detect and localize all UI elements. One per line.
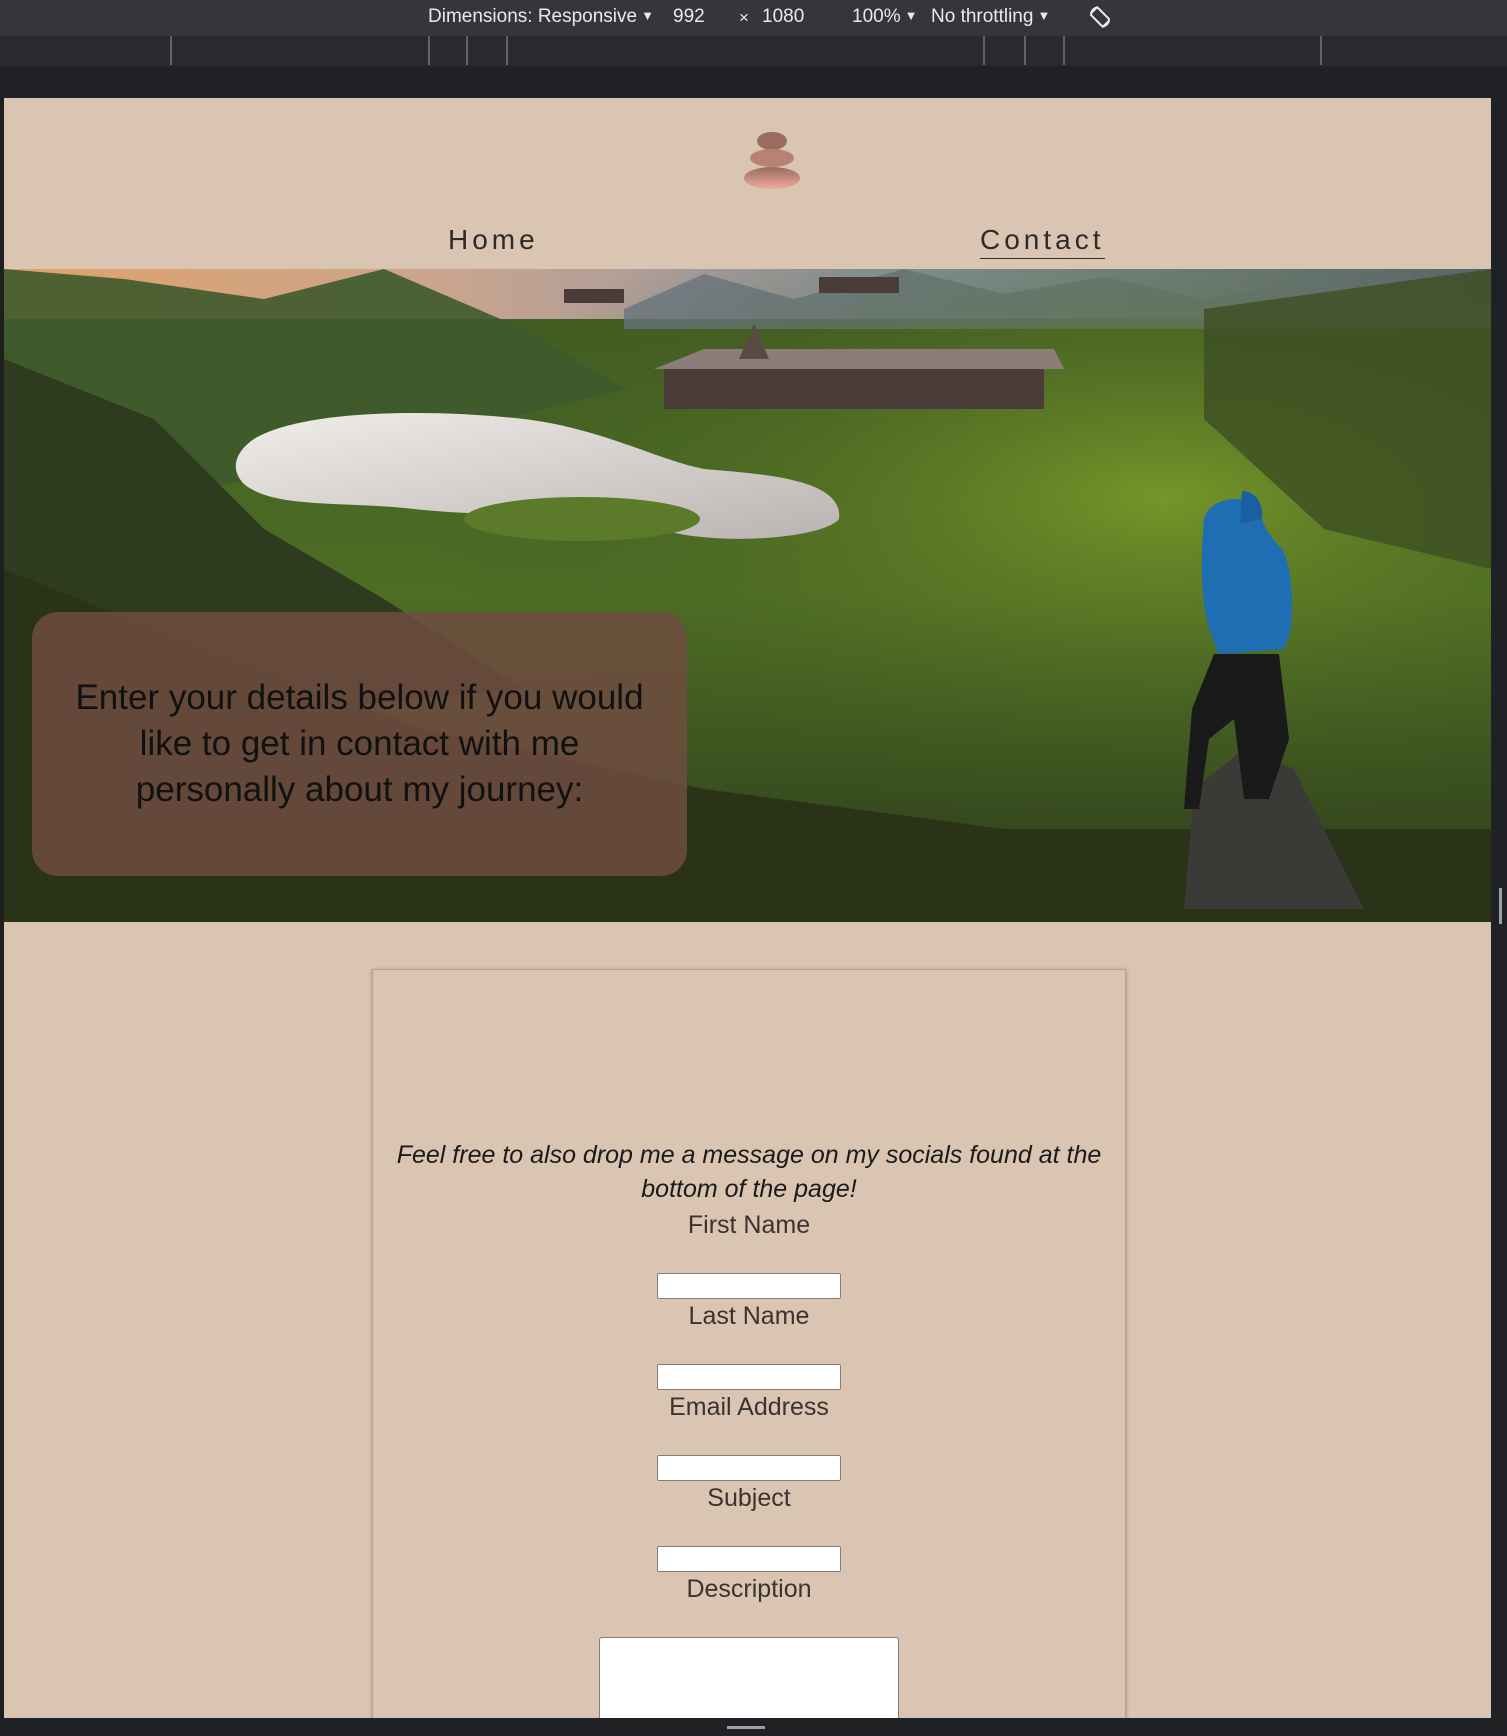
chevron-down-icon: ▼ — [904, 8, 918, 23]
chevron-down-icon: ▼ — [641, 8, 654, 23]
viewport-resize-handle-bottom[interactable] — [0, 1718, 1507, 1736]
zoom-dropdown[interactable]: 100% ▼ — [852, 6, 917, 28]
devtools-device-toolbar: Dimensions: Responsive ▼ 992 × 1080 100% ▼… — [0, 0, 1507, 36]
viewport-resize-handle-right[interactable] — [1491, 98, 1507, 1718]
stacked-stones-logo-icon[interactable] — [740, 130, 804, 192]
first-name-input[interactable] — [657, 1273, 841, 1299]
media-query-ruler — [0, 36, 1507, 67]
description-textarea[interactable] — [599, 1637, 899, 1718]
subject-label: Subject — [707, 1484, 791, 1512]
ruler-tick — [983, 36, 985, 65]
rotate-icon[interactable] — [1086, 3, 1114, 37]
times-icon: × — [739, 8, 749, 27]
contact-form: Feel free to also drop me a message on m… — [372, 969, 1126, 1718]
description-label: Description — [686, 1575, 812, 1603]
width-field[interactable]: 992 — [673, 6, 705, 28]
ruler-tick — [1024, 36, 1026, 65]
hero-message-text: Enter your details below if you would li… — [75, 678, 644, 809]
first-name-label: First Name — [687, 1211, 811, 1239]
last-name-label: Last Name — [688, 1302, 810, 1330]
ruler-tick — [428, 36, 430, 65]
email-address-label: Email Address — [669, 1393, 829, 1421]
ruler-tick — [1320, 36, 1322, 65]
dimensions-label: Dimensions: Responsive — [428, 6, 638, 27]
page-viewport: Home Contact Enter your details below if… — [4, 98, 1491, 1718]
ruler-tick — [170, 36, 172, 65]
throttling-label: No throttling — [931, 6, 1034, 27]
email-address-input[interactable] — [657, 1455, 841, 1481]
dimensions-dropdown[interactable]: Dimensions: Responsive ▼ — [428, 6, 654, 28]
subject-input[interactable] — [657, 1546, 841, 1572]
hero-message-card: Enter your details below if you would li… — [32, 612, 687, 876]
chevron-down-icon: ▼ — [1037, 8, 1051, 23]
ruler-tick — [466, 36, 468, 65]
nav-link-contact[interactable]: Contact — [980, 224, 1105, 259]
ruler-tick — [506, 36, 508, 65]
hero-banner: Enter your details below if you would li… — [4, 269, 1491, 922]
zoom-label: 100% — [852, 6, 901, 27]
nav-link-home[interactable]: Home — [448, 224, 539, 256]
height-field[interactable]: 1080 — [762, 6, 804, 28]
last-name-input[interactable] — [657, 1364, 841, 1390]
form-intro-text: Feel free to also drop me a message on m… — [396, 1141, 1102, 1203]
devtools-gap — [0, 66, 1507, 98]
throttling-dropdown[interactable]: No throttling ▼ — [931, 6, 1050, 28]
ruler-tick — [1063, 36, 1065, 65]
